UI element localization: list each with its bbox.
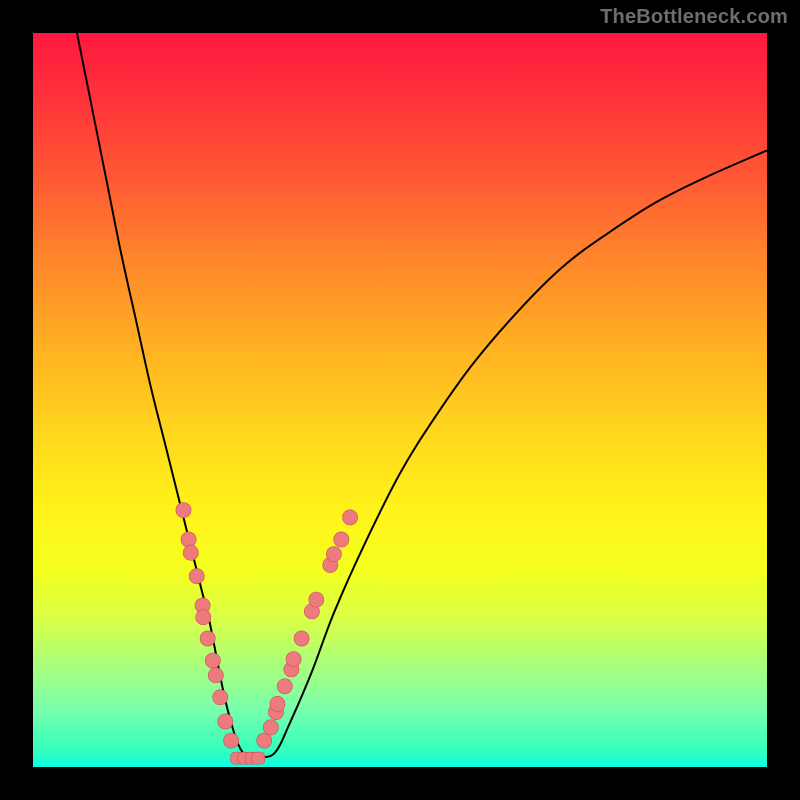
data-marker <box>294 631 309 646</box>
data-marker <box>343 510 358 525</box>
data-marker <box>326 547 341 562</box>
data-marker <box>334 532 349 547</box>
data-marker <box>183 545 198 560</box>
data-marker <box>257 733 272 748</box>
data-markers <box>176 503 358 765</box>
data-marker <box>277 679 292 694</box>
bottleneck-curve <box>77 33 767 758</box>
data-marker <box>176 503 191 518</box>
watermark-text: TheBottleneck.com <box>600 6 788 29</box>
data-marker <box>181 532 196 547</box>
data-marker <box>218 714 233 729</box>
chart-frame: TheBottleneck.com <box>0 0 800 800</box>
plot-area <box>33 33 767 767</box>
chart-svg <box>33 33 767 767</box>
data-marker <box>196 610 211 625</box>
data-marker <box>200 631 215 646</box>
data-marker <box>286 652 301 667</box>
data-marker <box>252 752 265 764</box>
data-marker <box>270 696 285 711</box>
data-marker <box>189 569 204 584</box>
data-marker <box>205 653 220 668</box>
data-marker <box>263 720 278 735</box>
data-marker <box>224 733 239 748</box>
data-marker <box>213 690 228 705</box>
data-marker <box>208 668 223 683</box>
data-marker <box>309 592 324 607</box>
